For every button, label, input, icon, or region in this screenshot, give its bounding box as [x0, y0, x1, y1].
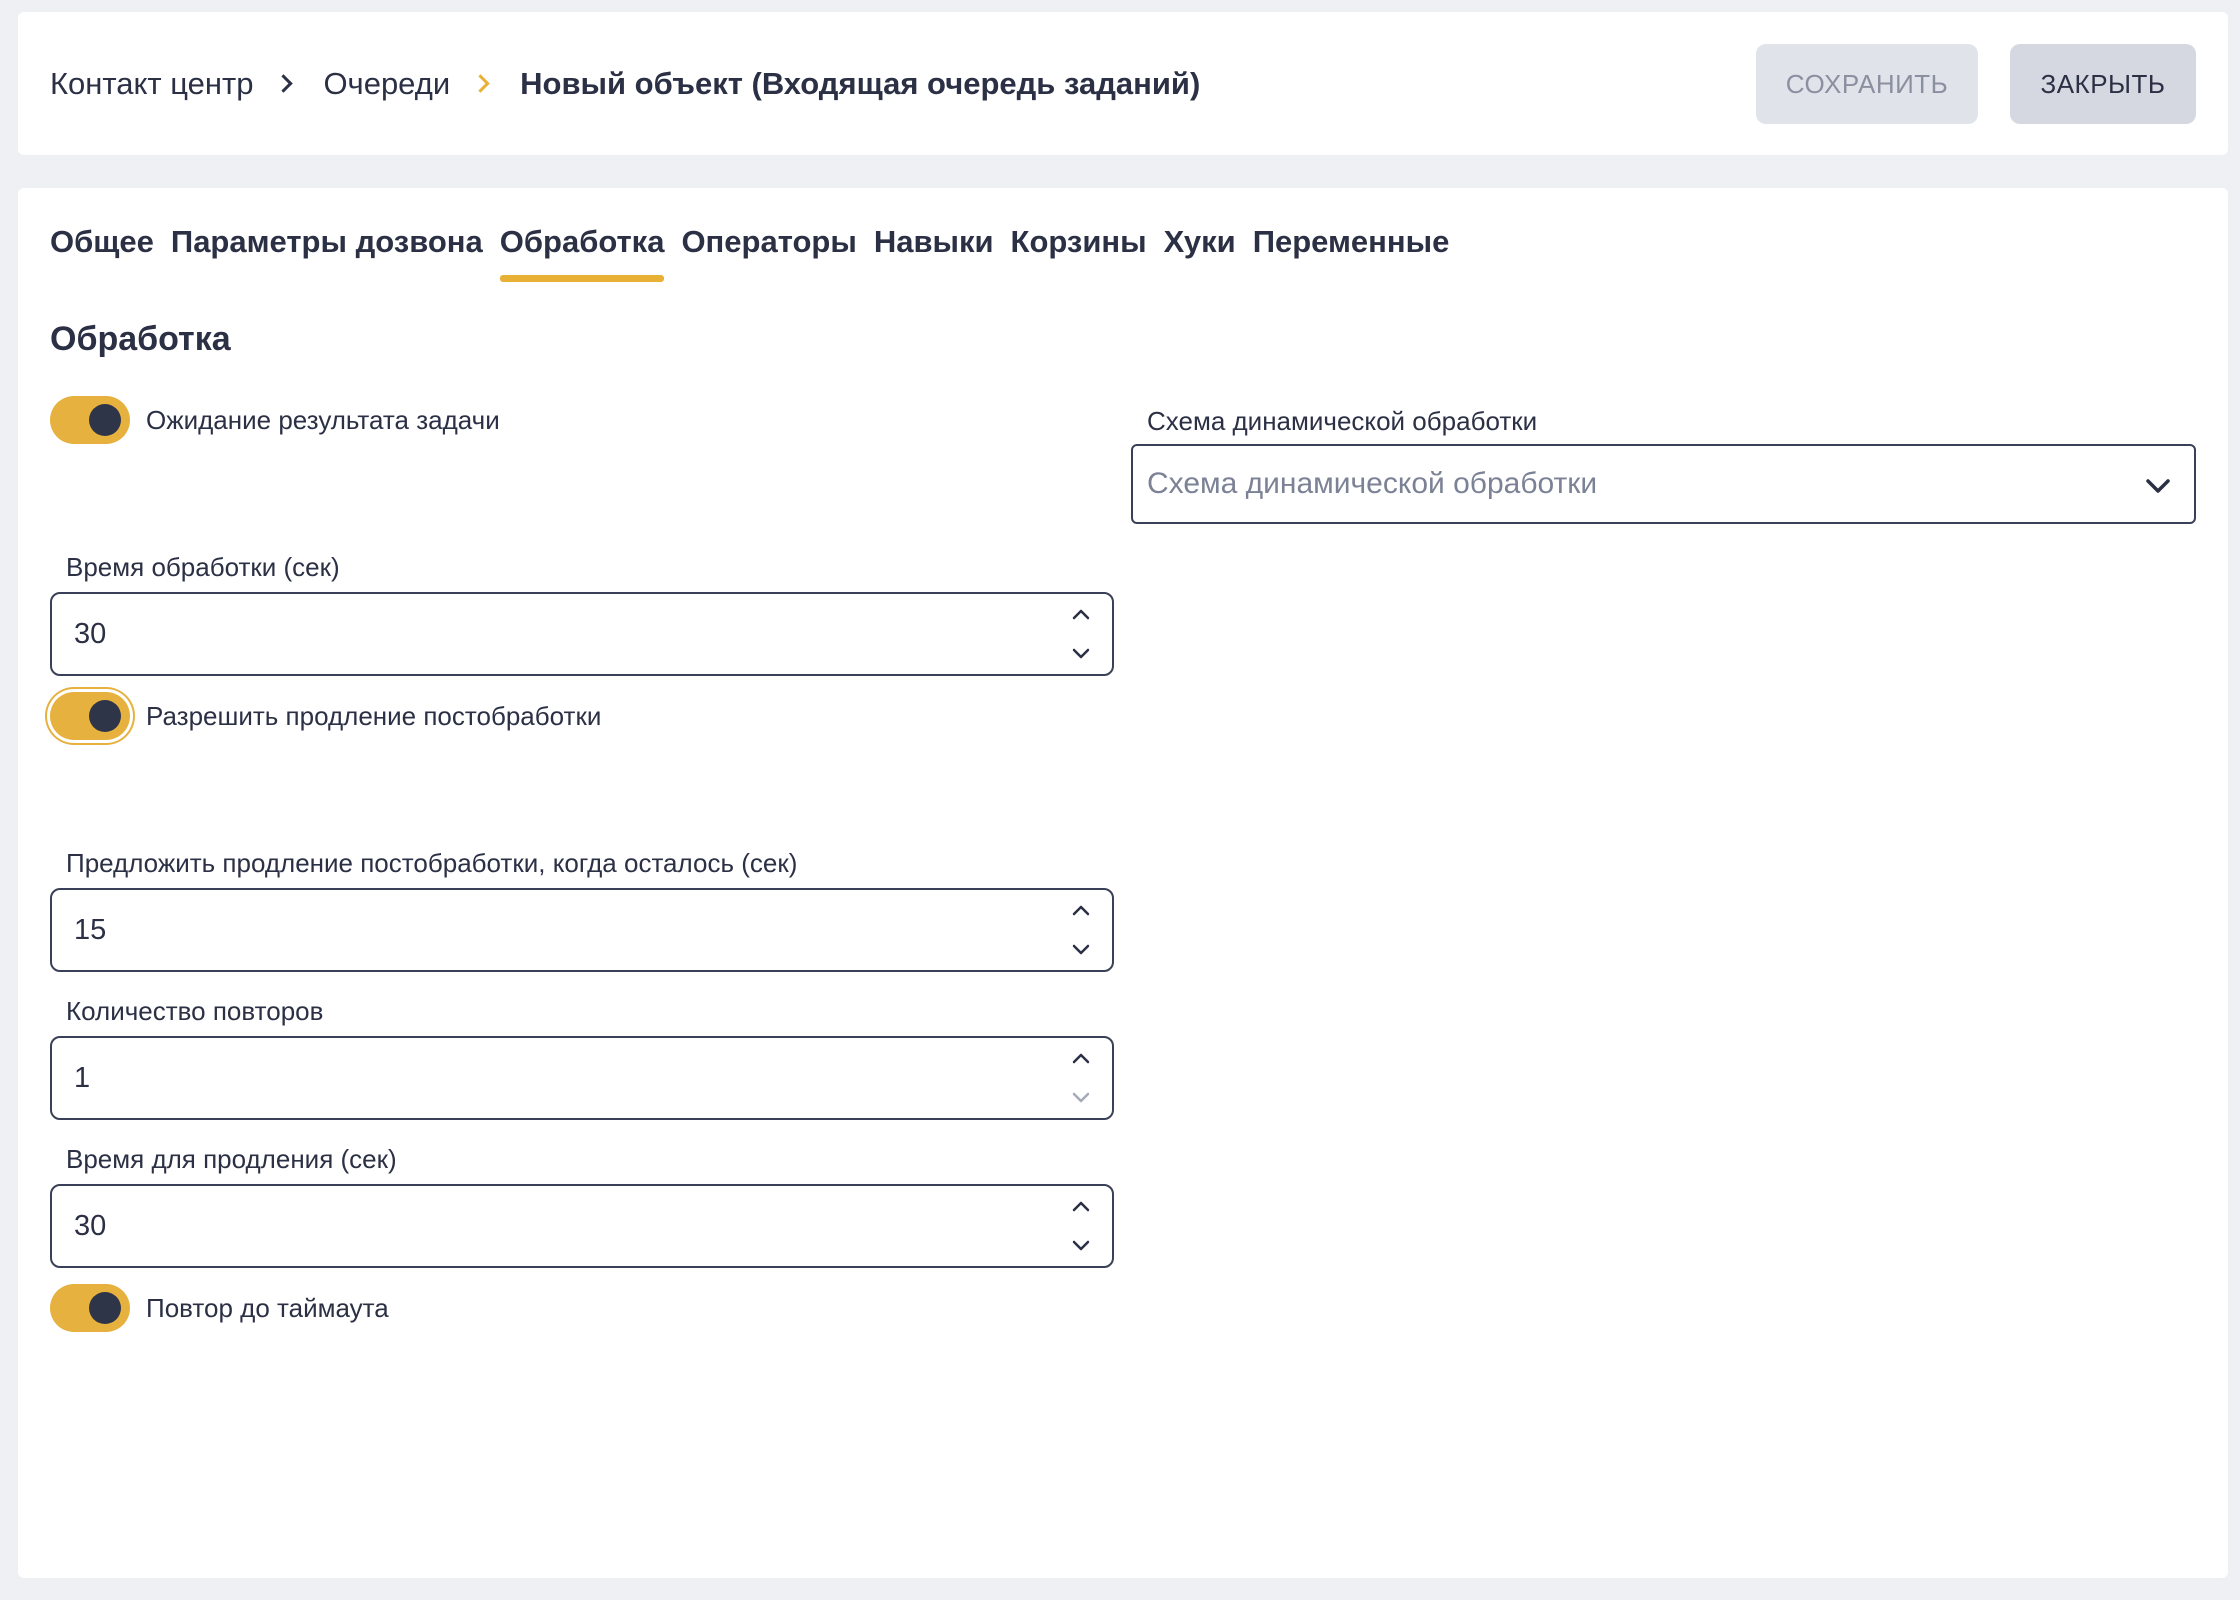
chevron-up-icon[interactable] — [1070, 1196, 1092, 1218]
breadcrumb-current: Новый объект (Входящая очередь заданий) — [520, 65, 1201, 101]
tab-bins[interactable]: Корзины — [1011, 224, 1147, 276]
chevron-down-icon[interactable] — [1070, 938, 1092, 960]
repeat-count-label: Количество повторов — [66, 996, 324, 1026]
toggle-knob — [89, 404, 121, 436]
chevron-up-icon[interactable] — [1070, 900, 1092, 922]
repeat-until-timeout-toggle[interactable] — [50, 1284, 130, 1332]
chevron-up-icon[interactable] — [1070, 604, 1092, 626]
toggle-knob — [89, 1292, 121, 1324]
tab-operators[interactable]: Операторы — [681, 224, 856, 276]
processing-time-label: Время обработки (сек) — [66, 552, 340, 582]
repeat-until-timeout-row: Повтор до таймаута — [50, 1284, 389, 1332]
main-panel: Общее Параметры дозвона Обработка Операт… — [18, 188, 2228, 1578]
processing-time-input[interactable] — [74, 594, 974, 674]
tab-variables[interactable]: Переменные — [1253, 224, 1450, 276]
offer-extension-input[interactable] — [74, 890, 974, 970]
breadcrumb-queues[interactable]: Очереди — [323, 66, 450, 102]
allow-extension-toggle[interactable] — [50, 692, 130, 740]
offer-extension-label: Предложить продление постобработки, когд… — [66, 848, 798, 878]
tab-processing[interactable]: Обработка — [499, 224, 664, 282]
offer-extension-field — [50, 888, 1114, 972]
chevron-down-icon — [2146, 479, 2170, 493]
dynamic-scheme-label: Схема динамической обработки — [1147, 406, 1538, 436]
repeat-count-field — [50, 1036, 1114, 1120]
repeat-until-timeout-label: Повтор до таймаута — [146, 1292, 389, 1323]
tab-general[interactable]: Общее — [50, 224, 154, 276]
processing-time-field — [50, 592, 1114, 676]
allow-extension-label: Разрешить продление постобработки — [146, 700, 602, 731]
breadcrumb-contact-center[interactable]: Контакт центр — [50, 66, 253, 102]
extension-time-input[interactable] — [74, 1186, 974, 1266]
extension-time-field — [50, 1184, 1114, 1268]
chevron-right-icon — [274, 74, 294, 93]
dynamic-scheme-select[interactable]: Схема динамической обработки — [1131, 444, 2196, 524]
extension-time-label: Время для продления (сек) — [66, 1144, 397, 1174]
toggle-knob — [89, 700, 121, 732]
breadcrumb: Контакт центр Очереди Новый объект (Вход… — [50, 12, 1200, 155]
chevron-down-icon[interactable] — [1070, 1234, 1092, 1256]
wait-result-toggle[interactable] — [50, 396, 130, 444]
tab-bar: Общее Параметры дозвона Обработка Операт… — [50, 224, 1450, 282]
repeat-count-input[interactable] — [74, 1038, 974, 1118]
close-button[interactable]: ЗАКРЫТЬ — [2010, 44, 2196, 124]
tab-dial-params[interactable]: Параметры дозвона — [171, 224, 483, 276]
chevron-up-icon[interactable] — [1070, 1048, 1092, 1070]
chevron-down-icon[interactable] — [1070, 1086, 1092, 1108]
wait-result-label: Ожидание результата задачи — [146, 404, 500, 435]
tab-hooks[interactable]: Хуки — [1164, 224, 1236, 276]
page-header: Контакт центр Очереди Новый объект (Вход… — [18, 12, 2228, 155]
chevron-right-icon — [471, 74, 490, 93]
save-button[interactable]: СОХРАНИТЬ — [1756, 44, 1978, 124]
wait-result-row: Ожидание результата задачи — [50, 396, 500, 444]
allow-extension-row: Разрешить продление постобработки — [50, 692, 601, 740]
chevron-down-icon[interactable] — [1070, 642, 1092, 664]
dynamic-scheme-placeholder: Схема динамической обработки — [1147, 467, 1598, 500]
tab-skills[interactable]: Навыки — [874, 224, 994, 276]
section-title: Обработка — [50, 320, 231, 358]
